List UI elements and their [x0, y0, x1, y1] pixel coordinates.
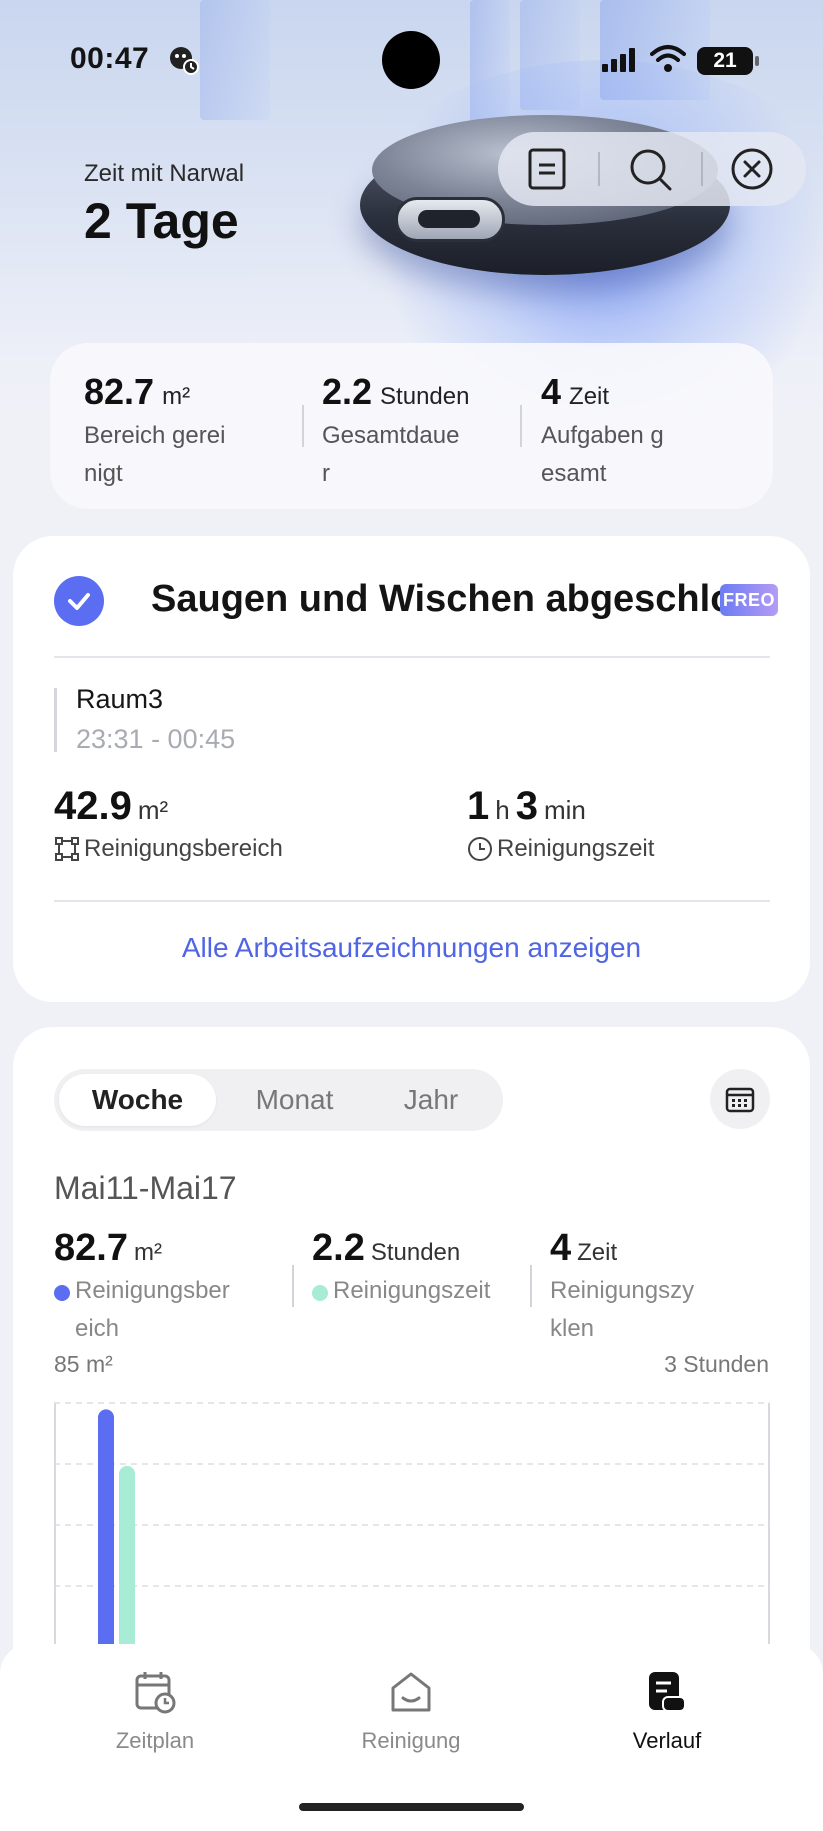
calendar-clock-icon: [65, 1666, 245, 1718]
duration-hours-unit: h: [495, 795, 510, 825]
duration-hours: 1: [467, 784, 490, 828]
nav-zeitplan[interactable]: Zeitplan: [65, 1666, 245, 1754]
signal-icon: [602, 48, 638, 72]
stat-label: Reinigungszeit: [333, 1277, 491, 1304]
camera-cutout: [382, 31, 440, 89]
stat-unit: Stunden: [370, 1239, 461, 1266]
legend-dot-time: [312, 1285, 328, 1301]
stat-unit: m²: [133, 1239, 162, 1266]
document-icon[interactable]: [525, 147, 569, 191]
summary-stat-area: 82.7 m² Bereich gereinigt: [84, 371, 234, 493]
stat-value: 82.7: [84, 371, 155, 412]
nav-label: Verlauf: [632, 1728, 702, 1753]
week-stat-area: 82.7 m² Reinigungsbereich: [54, 1227, 234, 1348]
close-icon[interactable]: [730, 147, 774, 191]
top-toolbar: [498, 132, 806, 206]
date-range: Mai11-Mai17: [54, 1170, 237, 1206]
week-stat-cycles: 4 Zeit Reinigungszyklen: [550, 1227, 700, 1348]
wifi-icon: [650, 44, 686, 74]
stat-value: 2.2: [322, 371, 373, 412]
app-status-icon: [168, 44, 200, 76]
nav-reinigung[interactable]: Reinigung: [321, 1666, 501, 1754]
history-icon: [577, 1666, 757, 1718]
summary-card: 82.7 m² Bereich gereinigt 2.2 Stunden Gesa…: [50, 343, 773, 509]
all-records-link[interactable]: Alle Arbeitsaufzeichnungen anzeigen: [13, 932, 810, 964]
room-name: Raum3: [76, 684, 164, 714]
nav-label: Zeitplan: [115, 1728, 195, 1753]
search-icon[interactable]: [628, 147, 672, 191]
task-title: Saugen und Wischen abgeschlossen: [151, 578, 723, 620]
stat-unit: Zeit: [577, 1239, 618, 1266]
legend-dot-area: [54, 1285, 70, 1301]
freo-badge: FREO: [720, 584, 778, 616]
summary-stat-duration: 2.2 Stunden Gesamtdauer: [322, 371, 469, 493]
stat-unit: m²: [162, 383, 191, 410]
nav-verlauf[interactable]: Verlauf: [577, 1666, 757, 1754]
stat-value: 82.7: [54, 1227, 128, 1269]
stat-label: Gesamtdauer: [322, 422, 460, 487]
hero-title: 2 Tage: [84, 193, 239, 249]
stat-label: Reinigungsbereich: [75, 1277, 230, 1342]
stat-unit: Zeit: [569, 383, 610, 410]
duration-minutes-unit: min: [543, 795, 586, 825]
period-selector: Woche Monat Jahr: [54, 1069, 503, 1131]
nav-label: Reinigung: [361, 1728, 461, 1753]
last-task-card[interactable]: Saugen und Wischen abgeschlossen FREO Ra…: [13, 536, 810, 1002]
week-stat-time: 2.2 Stunden Reinigungszeit: [312, 1227, 492, 1310]
stat-value: 4: [550, 1227, 572, 1269]
area-value: 42.9: [54, 784, 132, 828]
statistics-card: Woche Monat Jahr Mai11-Mai17 82.7 m² Rein…: [13, 1027, 810, 1727]
area-icon: [55, 837, 79, 861]
duration-label: Reinigungszeit: [497, 835, 655, 862]
hero-subtitle: Zeit mit Narwal: [84, 160, 245, 187]
area-unit: m²: [137, 795, 169, 825]
calendar-icon[interactable]: [710, 1069, 770, 1129]
tab-month[interactable]: Monat: [216, 1074, 373, 1126]
home-indicator: [299, 1803, 524, 1811]
axis-right-label: 3 Stunden: [664, 1351, 769, 1377]
task-area-metric: 42.9 m² Reinigungsbereich: [54, 784, 283, 863]
home-icon: [321, 1666, 501, 1718]
tab-week[interactable]: Woche: [59, 1074, 216, 1126]
area-label: Reinigungsbereich: [84, 835, 283, 862]
status-time: 00:47: [70, 42, 150, 75]
stat-label: Bereich gereinigt: [84, 422, 226, 487]
stat-label: Reinigungszyklen: [550, 1277, 695, 1342]
checkmark-icon: [54, 576, 104, 626]
stat-value: 2.2: [312, 1227, 365, 1269]
task-time-metric: 1 h 3 min Reinigungszeit: [467, 784, 654, 863]
stat-label: Aufgaben gesamt: [541, 422, 664, 487]
status-bar: 00:47 21: [0, 0, 823, 120]
stat-unit: Stunden: [380, 383, 470, 410]
room-time-range: 23:31 - 00:45: [76, 724, 236, 754]
tab-year[interactable]: Jahr: [366, 1074, 496, 1126]
battery-indicator: 21: [697, 47, 759, 75]
summary-stat-tasks: 4 Zeit Aufgaben gesamt: [541, 371, 671, 493]
axis-left-label: 85 m²: [54, 1351, 113, 1377]
clock-icon: [468, 837, 492, 861]
duration-minutes: 3: [515, 784, 538, 828]
stat-value: 4: [541, 371, 562, 412]
